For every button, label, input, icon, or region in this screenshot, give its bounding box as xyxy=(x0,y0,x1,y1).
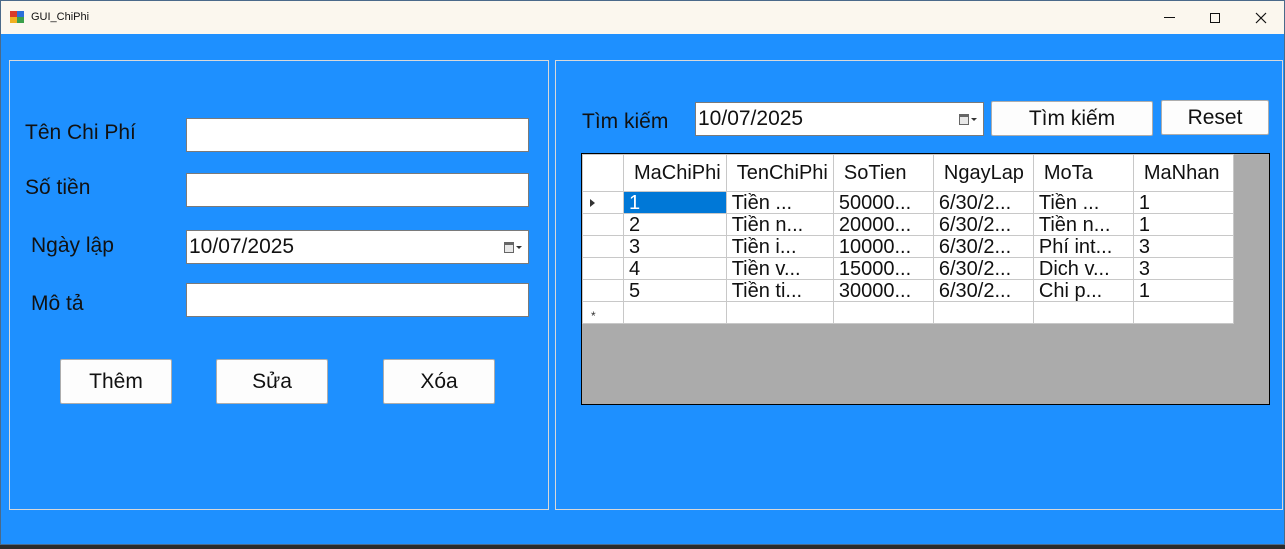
table-cell[interactable]: 5 xyxy=(623,279,727,302)
column-header[interactable]: MaNhan xyxy=(1132,154,1234,192)
ngay-lap-datepicker[interactable]: 10/07/2025 xyxy=(186,230,529,264)
table-cell[interactable]: 30000... xyxy=(832,279,934,302)
table-cell[interactable]: Tiền i... xyxy=(725,235,834,258)
row-header[interactable] xyxy=(582,279,624,302)
ten-chi-phi-label: Tên Chi Phí xyxy=(25,121,136,144)
search-date-value: 10/07/2025 xyxy=(698,107,804,130)
table-cell[interactable]: Tiền n... xyxy=(1032,213,1134,236)
grid-corner-header[interactable] xyxy=(582,154,624,192)
app-icon xyxy=(10,11,24,23)
taskbar-strip xyxy=(0,545,1285,549)
table-cell[interactable]: 4 xyxy=(623,257,727,280)
current-row-indicator-icon xyxy=(590,199,595,207)
search-datepicker[interactable]: 10/07/2025 xyxy=(695,102,984,136)
so-tien-label: Số tiền xyxy=(25,176,91,199)
table-cell[interactable]: 1 xyxy=(1132,279,1234,302)
row-header[interactable]: * xyxy=(582,301,624,324)
ten-chi-phi-input[interactable] xyxy=(186,118,529,152)
table-cell[interactable]: Tiền ... xyxy=(1032,191,1134,214)
window-title: GUI_ChiPhi xyxy=(31,11,90,23)
grid-header-row: MaChiPhi TenChiPhi SoTien NgayLap MoTa M… xyxy=(582,154,1234,192)
table-cell[interactable]: 3 xyxy=(1132,235,1234,258)
table-cell[interactable]: Tiền ti... xyxy=(725,279,834,302)
table-cell[interactable]: 6/30/2... xyxy=(932,235,1034,258)
table-cell[interactable] xyxy=(832,301,934,324)
calendar-dropdown-icon[interactable] xyxy=(959,114,977,126)
sua-button[interactable]: Sửa xyxy=(216,359,328,404)
grid-table: MaChiPhi TenChiPhi SoTien NgayLap MoTa M… xyxy=(582,154,1234,324)
maximize-button[interactable] xyxy=(1192,1,1238,34)
minimize-button[interactable] xyxy=(1146,1,1192,34)
table-row[interactable]: 3 Tiền i... 10000... 6/30/2... Phí int... 3 xyxy=(582,235,1234,258)
calendar-dropdown-icon[interactable] xyxy=(504,242,522,254)
table-cell[interactable] xyxy=(623,301,727,324)
table-cell[interactable] xyxy=(1032,301,1134,324)
row-header[interactable] xyxy=(582,191,624,214)
table-cell[interactable]: 10000... xyxy=(832,235,934,258)
close-button[interactable] xyxy=(1238,1,1284,34)
column-header[interactable]: NgayLap xyxy=(932,154,1034,192)
table-cell[interactable]: Dich v... xyxy=(1032,257,1134,280)
table-cell[interactable] xyxy=(725,301,834,324)
main-window: GUI_ChiPhi Tên Chi Phí Số tiền Ngày lập … xyxy=(0,0,1285,545)
table-cell[interactable]: 6/30/2... xyxy=(932,213,1034,236)
close-icon xyxy=(1255,12,1267,23)
reset-button[interactable]: Reset xyxy=(1161,100,1269,135)
column-header[interactable]: SoTien xyxy=(832,154,934,192)
table-cell[interactable]: 6/30/2... xyxy=(932,191,1034,214)
table-row[interactable]: 2 Tiền n... 20000... 6/30/2... Tiền n... 1 xyxy=(582,213,1234,236)
row-header[interactable] xyxy=(582,235,624,258)
table-cell[interactable]: 3 xyxy=(1132,257,1234,280)
column-header[interactable]: MaChiPhi xyxy=(623,154,727,192)
table-cell[interactable] xyxy=(932,301,1034,324)
table-cell[interactable]: 15000... xyxy=(832,257,934,280)
table-cell[interactable]: Chi p... xyxy=(1032,279,1134,302)
ngay-lap-label: Ngày lập xyxy=(31,234,114,257)
table-cell[interactable]: Tiền v... xyxy=(725,257,834,280)
row-header[interactable] xyxy=(582,213,624,236)
them-button[interactable]: Thêm xyxy=(60,359,172,404)
column-header[interactable]: TenChiPhi xyxy=(725,154,834,192)
maximize-icon xyxy=(1210,12,1220,23)
table-row[interactable]: 4 Tiền v... 15000... 6/30/2... Dich v... 3 xyxy=(582,257,1234,280)
mo-ta-input[interactable] xyxy=(186,283,529,317)
table-cell[interactable]: 50000... xyxy=(832,191,934,214)
column-header[interactable]: MoTa xyxy=(1032,154,1134,192)
xoa-button[interactable]: Xóa xyxy=(383,359,495,404)
minimize-icon xyxy=(1163,17,1175,18)
table-cell[interactable]: 1 xyxy=(1132,191,1234,214)
table-cell[interactable]: Phí int... xyxy=(1032,235,1134,258)
search-button[interactable]: Tìm kiếm xyxy=(991,101,1153,136)
title-bar[interactable]: GUI_ChiPhi xyxy=(1,1,1284,34)
table-cell[interactable]: 6/30/2... xyxy=(932,257,1034,280)
new-row[interactable]: * xyxy=(582,301,1234,324)
table-cell[interactable]: 1 xyxy=(1132,213,1234,236)
chi-phi-datagrid[interactable]: MaChiPhi TenChiPhi SoTien NgayLap MoTa M… xyxy=(581,153,1270,405)
table-cell[interactable]: 1 xyxy=(623,191,727,214)
row-header[interactable] xyxy=(582,257,624,280)
table-cell[interactable] xyxy=(1132,301,1234,324)
new-row-icon: * xyxy=(591,309,596,323)
so-tien-input[interactable] xyxy=(186,173,529,207)
table-row[interactable]: 1 Tiền ... 50000... 6/30/2... Tiền ... 1 xyxy=(582,191,1234,214)
ngay-lap-value: 10/07/2025 xyxy=(189,235,295,258)
table-row[interactable]: 5 Tiền ti... 30000... 6/30/2... Chi p... 1 xyxy=(582,279,1234,302)
tim-kiem-label: Tìm kiếm xyxy=(582,110,669,133)
table-cell[interactable]: 2 xyxy=(623,213,727,236)
table-cell[interactable]: 6/30/2... xyxy=(932,279,1034,302)
table-cell[interactable]: Tiền ... xyxy=(725,191,834,214)
mo-ta-label: Mô tả xyxy=(31,292,84,315)
table-cell[interactable]: 3 xyxy=(623,235,727,258)
table-cell[interactable]: 20000... xyxy=(832,213,934,236)
table-cell[interactable]: Tiền n... xyxy=(725,213,834,236)
